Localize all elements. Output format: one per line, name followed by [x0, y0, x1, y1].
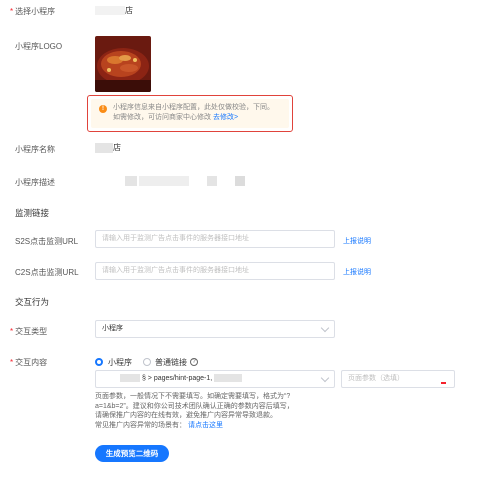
interaction-section-title: 交互行为: [15, 297, 50, 307]
select-mini-program-value[interactable]: 店: [95, 5, 133, 16]
logo-label: 小程序LOGO: [15, 42, 63, 51]
info-notice: ! 小程序信息来自小程序配置，此处仅做校验，下同。 如需修改，可访问商家中心修改…: [87, 95, 293, 132]
c2s-help-link[interactable]: 上报说明: [343, 267, 371, 277]
select-mini-program-label: * 选择小程序: [10, 7, 56, 16]
click-here-link[interactable]: 请点击这里: [188, 422, 223, 429]
chevron-down-icon: [320, 373, 330, 383]
radio-normal-link[interactable]: [143, 358, 151, 366]
notice-line-1: 小程序信息来自小程序配置，此处仅做校验，下同。: [113, 104, 274, 111]
go-modify-link[interactable]: 去修改>: [213, 114, 238, 121]
mini-program-logo-image: [95, 36, 151, 92]
error-mark: [441, 382, 446, 384]
page-params-input[interactable]: 页面参数（选填）: [341, 370, 455, 388]
mini-program-desc-value: [125, 176, 245, 186]
monitor-section-title: 监测链接: [15, 208, 50, 218]
mini-program-desc-label: 小程序描述: [15, 178, 55, 187]
radio-mini-program-label: 小程序: [108, 358, 132, 367]
notice-line-2: 如需修改，可访问商家中心修改: [113, 114, 211, 121]
interaction-type-label: * 交互类型: [10, 327, 48, 336]
s2s-help-link[interactable]: 上报说明: [343, 236, 371, 246]
interaction-content-label: * 交互内容: [10, 358, 48, 367]
chevron-down-icon: [320, 323, 330, 333]
mini-program-name-label: 小程序名称: [15, 145, 55, 154]
radio-normal-link-label: 普通链接: [155, 358, 187, 367]
warning-icon: !: [99, 105, 107, 113]
page-path-value: § > pages/hint-page-1,: [141, 375, 213, 382]
help-icon[interactable]: ?: [190, 358, 198, 366]
c2s-url-label: C2S点击监测URL: [15, 268, 79, 277]
params-description: 页面参数，一般情况下不需要填写。如确定需要填写，格式为“? a=1&b=2”。建…: [95, 393, 294, 429]
radio-mini-program[interactable]: [95, 358, 103, 366]
c2s-url-input[interactable]: 请输入用于监测广告点击事件的服务器接口地址: [95, 262, 335, 280]
interaction-type-value: 小程序: [102, 325, 123, 332]
page-path-select[interactable]: § > pages/hint-page-1,: [95, 370, 335, 388]
s2s-url-input[interactable]: 请输入用于监测广告点击事件的服务器接口地址: [95, 230, 335, 248]
generate-preview-qrcode-button[interactable]: 生成预览二维码: [95, 445, 169, 462]
mini-program-name-value: 店: [95, 142, 121, 153]
interaction-type-select[interactable]: 小程序: [95, 320, 335, 338]
s2s-url-label: S2S点击监测URL: [15, 237, 79, 246]
